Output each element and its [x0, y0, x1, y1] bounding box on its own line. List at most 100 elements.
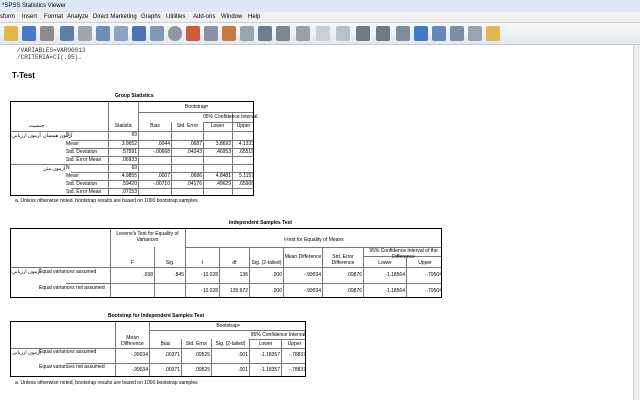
- output-heading: T-Test: [12, 71, 35, 80]
- designate-window-icon[interactable]: [276, 26, 290, 41]
- cell-sig: .845: [174, 272, 184, 278]
- col-se-diff: Std. Error Difference: [331, 254, 355, 266]
- select-cases-icon[interactable]: [240, 26, 254, 41]
- cell-lower: 4.8481: [215, 173, 231, 179]
- col-bias: Bias: [160, 341, 171, 347]
- ci-header: 95% Confidence Interval: [250, 332, 306, 338]
- ci-header: 95% Confidence Interval: [203, 114, 258, 120]
- window-title: *SPSS Statistics Viewer: [2, 3, 66, 9]
- menu-insert[interactable]: Insert: [22, 13, 37, 22]
- row-label: Equal variances assumed: [39, 349, 97, 355]
- menu-direct-marketing[interactable]: Direct Marketing: [93, 13, 137, 22]
- save-icon[interactable]: [22, 26, 36, 41]
- cell-std-error: .0687: [189, 141, 202, 147]
- col-f: F: [130, 260, 135, 266]
- cell-upper: .65906: [238, 181, 254, 187]
- col-std-error: Std. Error: [185, 341, 208, 347]
- cell-t: -10.028: [201, 288, 218, 294]
- col-t: t: [201, 260, 204, 266]
- boot-test-title: Bootstrap for Independent Samples Test: [108, 313, 205, 319]
- col-upper: Upper: [287, 341, 302, 347]
- weight-icon[interactable]: [222, 26, 236, 41]
- col-mean-diff: Mean Difference: [121, 335, 144, 347]
- redo-icon[interactable]: [96, 26, 110, 41]
- boot-test-table[interactable]: Bootstrapᵃ 95% Confidence Interval Mean …: [10, 321, 306, 377]
- boot-test-footnote: a. Unless otherwise noted, bootstrap res…: [15, 380, 198, 386]
- cell-statistic: 69: [131, 165, 137, 171]
- print-icon[interactable]: [40, 26, 54, 41]
- menu-analyze[interactable]: Analyze: [67, 13, 88, 22]
- vertical-scrollbar[interactable]: [633, 45, 640, 400]
- row-label: Mean: [66, 173, 79, 179]
- group-stats-footnote: a. Unless otherwise noted, bootstrap res…: [15, 198, 198, 204]
- insert-output-icon[interactable]: [486, 26, 500, 41]
- menu-utilities[interactable]: Utilities: [166, 13, 185, 22]
- demote-icon[interactable]: [414, 26, 428, 41]
- cell-upper: -.78837: [289, 352, 306, 358]
- col-sig2: Sig. (2-tailed): [215, 341, 246, 347]
- cell-std-error: .04243: [186, 149, 202, 155]
- cell-statistic: .07153: [121, 189, 137, 195]
- undo-icon[interactable]: [78, 26, 92, 41]
- cell-statistic: .57591: [121, 149, 137, 155]
- menu-help[interactable]: Help: [248, 13, 260, 22]
- cell-bias: .0044: [157, 141, 170, 147]
- forward-arrow-icon[interactable]: [336, 26, 350, 41]
- cell-statistic: 69: [131, 132, 137, 138]
- col-upper: Upper: [236, 123, 251, 129]
- value-labels-icon[interactable]: [258, 26, 272, 41]
- group-stats-table[interactable]: Bootstrapᵃ 95% Confidence Interval Stati…: [10, 101, 258, 196]
- menu-bar: sform Insert Format Analyze Direct Marke…: [0, 12, 640, 23]
- add-icon[interactable]: [356, 26, 370, 41]
- menu-format[interactable]: Format: [44, 13, 63, 22]
- syntax-line: /CRITERIA=CI(.95).: [17, 54, 82, 61]
- col-upper: Upper: [418, 260, 432, 266]
- cell-statistic: 3.9652: [121, 141, 137, 147]
- col-lower: Lower: [258, 341, 273, 347]
- cell-lower: .49629: [215, 181, 231, 187]
- run-descriptives-icon[interactable]: [168, 26, 182, 41]
- menu-add-ons[interactable]: Add-ons: [193, 13, 215, 22]
- cell-mean-diff: -.99034: [131, 352, 148, 358]
- cell-mean-diff: -.99034: [131, 367, 148, 373]
- cell-lower: -1.18357: [260, 352, 280, 358]
- row-label: Std. Error Mean: [66, 189, 102, 195]
- cell-bias: .0007: [157, 173, 170, 179]
- menu-window[interactable]: Window: [221, 13, 242, 22]
- stop-icon[interactable]: [296, 26, 310, 41]
- row-label: Std. Deviation: [66, 149, 98, 155]
- cell-lower: -1.18564: [385, 288, 405, 294]
- cell-f: .038: [143, 272, 153, 278]
- menu-graphs[interactable]: Graphs: [141, 13, 161, 22]
- row-var: آزمون ارزیابی: [12, 133, 41, 139]
- row-label: N: [66, 165, 70, 171]
- toolbar: [0, 23, 640, 45]
- split-file-icon[interactable]: [204, 26, 218, 41]
- show-all-icon[interactable]: [450, 26, 464, 41]
- cell-statistic: 4.9855: [121, 173, 137, 179]
- ind-test-title: Independent Samples Test: [229, 220, 292, 226]
- title-bar: *SPSS Statistics Viewer: [0, 0, 640, 12]
- open-icon[interactable]: [4, 26, 18, 41]
- variables-icon[interactable]: [150, 26, 164, 41]
- dialog-recall-icon[interactable]: [60, 26, 74, 41]
- syntax-line: /VARIABLES=VAR00013: [17, 47, 86, 54]
- cell-upper: -.79504: [425, 288, 442, 294]
- cell-bias: -.00710: [153, 181, 170, 187]
- cell-sig2: .001: [238, 352, 248, 358]
- remove-icon[interactable]: [376, 26, 390, 41]
- goto-data-icon[interactable]: [114, 26, 128, 41]
- promote-icon[interactable]: [396, 26, 410, 41]
- cell-std-error: .04176: [186, 181, 202, 187]
- row-label: Equal variances not assumed: [39, 364, 105, 370]
- row-label: Std. Deviation: [66, 181, 98, 187]
- back-arrow-icon[interactable]: [316, 26, 330, 41]
- ind-test-table[interactable]: Levene's Test for Equality of Variances …: [10, 228, 442, 298]
- collapse-icon[interactable]: [432, 26, 446, 41]
- menu-transform[interactable]: sform: [0, 13, 15, 22]
- row-label: N: [66, 132, 70, 138]
- chart-icon[interactable]: [186, 26, 200, 41]
- goto-case-icon[interactable]: [132, 26, 146, 41]
- cell-upper: -.78837: [289, 367, 306, 373]
- hide-icon[interactable]: [468, 26, 482, 41]
